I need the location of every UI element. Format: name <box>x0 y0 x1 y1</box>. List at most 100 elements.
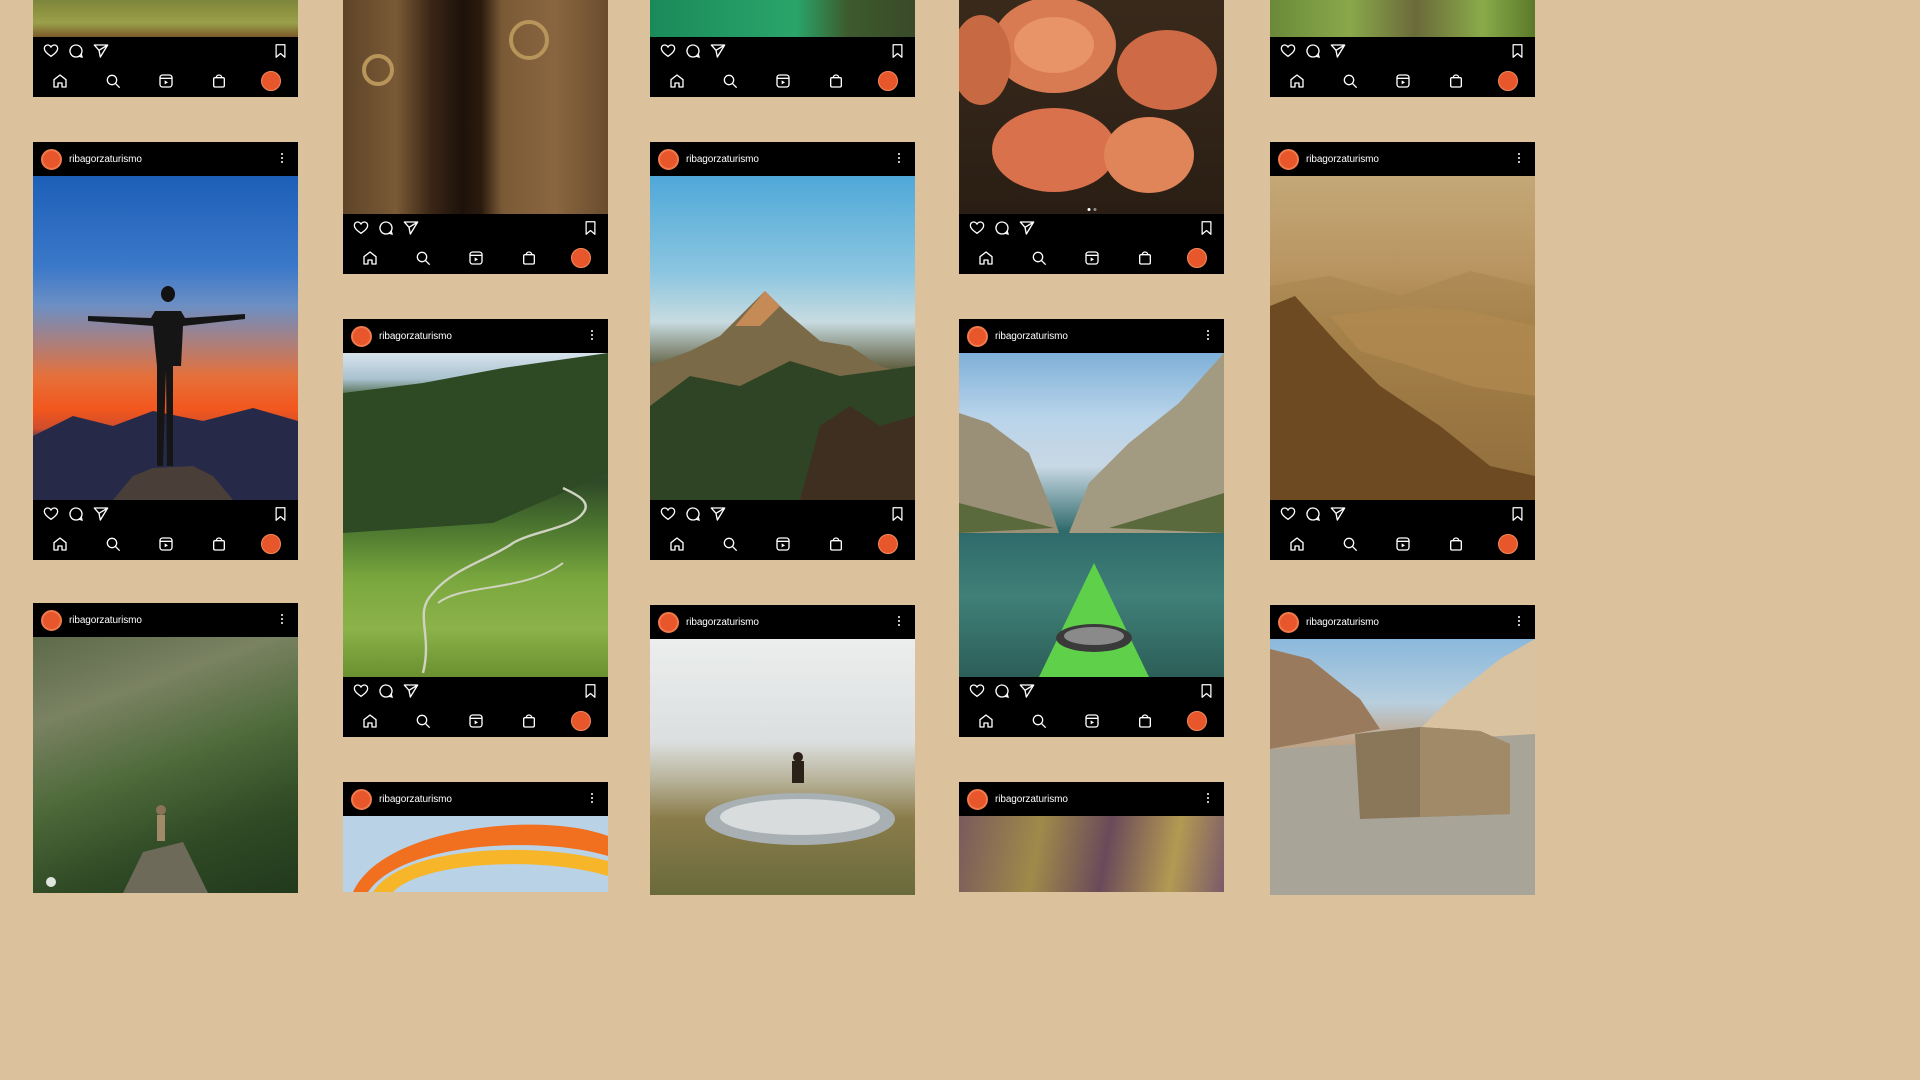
post-image[interactable] <box>650 0 915 37</box>
heart-icon[interactable] <box>353 220 369 236</box>
bookmark-icon[interactable] <box>273 506 288 522</box>
bookmark-icon[interactable] <box>583 683 598 699</box>
post-image[interactable] <box>343 353 608 677</box>
post-image[interactable] <box>343 816 608 892</box>
bookmark-icon[interactable] <box>273 43 288 59</box>
shop-bag-icon[interactable] <box>1137 713 1153 729</box>
heart-icon[interactable] <box>1280 506 1296 522</box>
reels-icon[interactable] <box>1084 713 1100 729</box>
more-options-icon[interactable] <box>1517 151 1521 167</box>
avatar[interactable] <box>351 788 372 810</box>
reels-icon[interactable] <box>1395 73 1411 89</box>
search-icon[interactable] <box>1031 713 1047 729</box>
home-icon[interactable] <box>1289 73 1305 89</box>
bookmark-icon[interactable] <box>890 506 905 522</box>
bookmark-icon[interactable] <box>1510 506 1525 522</box>
search-icon[interactable] <box>1031 250 1047 266</box>
avatar[interactable] <box>351 325 372 347</box>
avatar[interactable] <box>658 611 679 633</box>
avatar[interactable] <box>658 148 679 170</box>
post-image[interactable] <box>959 816 1224 892</box>
profile-avatar-icon[interactable] <box>571 248 591 268</box>
bookmark-icon[interactable] <box>1199 683 1214 699</box>
heart-icon[interactable] <box>660 506 676 522</box>
more-options-icon[interactable] <box>1206 791 1210 807</box>
heart-icon[interactable] <box>43 43 59 59</box>
bookmark-icon[interactable] <box>583 220 598 236</box>
paper-plane-icon[interactable] <box>1330 43 1346 59</box>
comment-icon[interactable] <box>378 683 394 699</box>
shop-bag-icon[interactable] <box>1137 250 1153 266</box>
paper-plane-icon[interactable] <box>1330 506 1346 522</box>
post-image[interactable] <box>1270 0 1535 37</box>
post-image[interactable] <box>33 637 298 893</box>
shop-bag-icon[interactable] <box>521 713 537 729</box>
reels-icon[interactable] <box>468 250 484 266</box>
home-icon[interactable] <box>669 536 685 552</box>
post-image[interactable] <box>1270 176 1535 500</box>
search-icon[interactable] <box>722 73 738 89</box>
shop-bag-icon[interactable] <box>211 73 227 89</box>
home-icon[interactable] <box>52 73 68 89</box>
profile-avatar-icon[interactable] <box>261 71 281 91</box>
paper-plane-icon[interactable] <box>403 683 419 699</box>
profile-avatar-icon[interactable] <box>1187 248 1207 268</box>
username[interactable]: ribagorzaturismo <box>1306 617 1379 628</box>
comment-icon[interactable] <box>68 506 84 522</box>
more-options-icon[interactable] <box>897 151 901 167</box>
shop-bag-icon[interactable] <box>211 536 227 552</box>
paper-plane-icon[interactable] <box>1019 220 1035 236</box>
reels-icon[interactable] <box>158 536 174 552</box>
profile-avatar-icon[interactable] <box>1498 71 1518 91</box>
more-options-icon[interactable] <box>280 612 284 628</box>
post-image[interactable] <box>959 0 1224 214</box>
paper-plane-icon[interactable] <box>710 506 726 522</box>
avatar[interactable] <box>967 325 988 347</box>
home-icon[interactable] <box>978 713 994 729</box>
search-icon[interactable] <box>105 536 121 552</box>
avatar[interactable] <box>1278 611 1299 633</box>
username[interactable]: ribagorzaturismo <box>69 615 142 626</box>
comment-icon[interactable] <box>685 43 701 59</box>
post-image[interactable] <box>959 353 1224 677</box>
home-icon[interactable] <box>362 250 378 266</box>
shop-bag-icon[interactable] <box>828 536 844 552</box>
home-icon[interactable] <box>52 536 68 552</box>
more-options-icon[interactable] <box>1206 328 1210 344</box>
search-icon[interactable] <box>415 250 431 266</box>
bookmark-icon[interactable] <box>1199 220 1214 236</box>
post-image[interactable] <box>650 176 915 500</box>
username[interactable]: ribagorzaturismo <box>686 154 759 165</box>
paper-plane-icon[interactable] <box>403 220 419 236</box>
more-options-icon[interactable] <box>280 151 284 167</box>
more-options-icon[interactable] <box>590 328 594 344</box>
paper-plane-icon[interactable] <box>1019 683 1035 699</box>
heart-icon[interactable] <box>660 43 676 59</box>
avatar[interactable] <box>1278 148 1299 170</box>
username[interactable]: ribagorzaturismo <box>995 331 1068 342</box>
post-image[interactable] <box>343 0 608 214</box>
comment-icon[interactable] <box>1305 506 1321 522</box>
avatar[interactable] <box>41 148 62 170</box>
search-icon[interactable] <box>1342 73 1358 89</box>
post-image[interactable] <box>33 0 298 37</box>
username[interactable]: ribagorzaturismo <box>69 154 142 165</box>
username[interactable]: ribagorzaturismo <box>686 617 759 628</box>
username[interactable]: ribagorzaturismo <box>379 331 452 342</box>
heart-icon[interactable] <box>353 683 369 699</box>
home-icon[interactable] <box>669 73 685 89</box>
bookmark-icon[interactable] <box>1510 43 1525 59</box>
comment-icon[interactable] <box>685 506 701 522</box>
search-icon[interactable] <box>105 73 121 89</box>
reels-icon[interactable] <box>468 713 484 729</box>
username[interactable]: ribagorzaturismo <box>995 794 1068 805</box>
user-tag-icon[interactable] <box>46 877 56 887</box>
avatar[interactable] <box>967 788 988 810</box>
search-icon[interactable] <box>1342 536 1358 552</box>
shop-bag-icon[interactable] <box>1448 73 1464 89</box>
comment-icon[interactable] <box>1305 43 1321 59</box>
post-image[interactable] <box>650 639 915 895</box>
heart-icon[interactable] <box>43 506 59 522</box>
paper-plane-icon[interactable] <box>93 506 109 522</box>
more-options-icon[interactable] <box>590 791 594 807</box>
